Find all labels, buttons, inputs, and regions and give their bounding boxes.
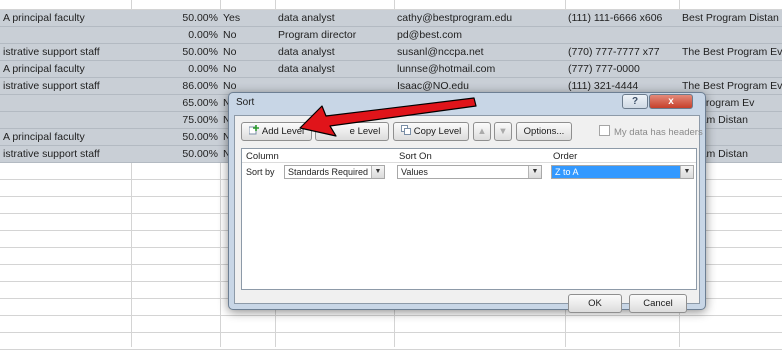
table-row[interactable]: 0.00% No Program director pd@best.com bbox=[0, 27, 782, 44]
dialog-titlebar[interactable]: Sort ? x bbox=[229, 93, 705, 113]
table-cell-title[interactable]: data analyst bbox=[275, 61, 394, 77]
column-select-value: Standards Required bbox=[288, 167, 369, 177]
help-button[interactable]: ? bbox=[622, 94, 648, 109]
table-row[interactable]: A principal faculty 50.00% Yes data analyst… bbox=[0, 10, 782, 27]
column-header: Column bbox=[246, 151, 279, 162]
table-cell-pct[interactable]: 50.00% bbox=[131, 129, 220, 145]
table-cell-phone[interactable]: (770) 777-7777 x77 bbox=[565, 44, 679, 60]
table-cell-role[interactable]: istrative support staff bbox=[0, 78, 131, 94]
options-button[interactable]: Options... bbox=[516, 122, 572, 141]
header-separator bbox=[242, 162, 696, 163]
table-cell-role[interactable]: A principal faculty bbox=[0, 10, 131, 26]
table-cell-pct[interactable]: 0.00% bbox=[131, 61, 220, 77]
table-cell-pct[interactable]: 0.00% bbox=[131, 27, 220, 43]
move-up-button[interactable]: ▲ bbox=[473, 122, 491, 141]
table-row[interactable]: istrative support staff 50.00% No data anal… bbox=[0, 44, 782, 61]
table-cell-role[interactable] bbox=[0, 27, 131, 43]
table-cell-pct[interactable]: 50.00% bbox=[131, 44, 220, 60]
sort-by-label: Sort by bbox=[246, 167, 275, 177]
chevron-down-icon: ▼ bbox=[680, 166, 693, 178]
table-cell-title[interactable]: data analyst bbox=[275, 10, 394, 26]
sort-on-header: Sort On bbox=[399, 151, 432, 162]
headers-checkbox[interactable]: My data has headers bbox=[599, 125, 703, 138]
close-button[interactable]: x bbox=[649, 94, 693, 109]
table-cell-pct[interactable]: 50.00% bbox=[131, 146, 220, 162]
copy-level-button[interactable]: Copy Level bbox=[393, 122, 469, 141]
sort-on-select-value: Values bbox=[401, 167, 428, 177]
sort-on-select[interactable]: Values ▼ bbox=[397, 165, 542, 179]
add-level-button[interactable]: Add Level bbox=[241, 122, 312, 141]
table-row[interactable] bbox=[0, 316, 782, 333]
table-cell-role[interactable] bbox=[0, 112, 131, 128]
table-cell-phone[interactable]: (777) 777-0000 bbox=[565, 61, 679, 77]
ok-button[interactable]: OK bbox=[568, 294, 622, 313]
table-cell-role[interactable]: istrative support staff bbox=[0, 44, 131, 60]
table-cell-role[interactable]: A principal faculty bbox=[0, 129, 131, 145]
move-down-button[interactable]: ▼ bbox=[494, 122, 512, 141]
cancel-button[interactable]: Cancel bbox=[629, 294, 687, 313]
sort-levels-list: Column Sort On Order Sort by Standards R… bbox=[241, 148, 697, 290]
table-cell-pct[interactable]: 65.00% bbox=[131, 95, 220, 111]
dialog-title: Sort bbox=[236, 97, 255, 108]
table-cell-pct[interactable]: 50.00% bbox=[131, 10, 220, 26]
add-level-icon bbox=[248, 125, 259, 135]
table-cell-flag[interactable]: No bbox=[220, 61, 275, 77]
table-cell-program[interactable] bbox=[679, 27, 782, 43]
table-cell-role[interactable]: A principal faculty bbox=[0, 61, 131, 77]
checkbox-box[interactable] bbox=[599, 125, 610, 136]
table-cell-role[interactable]: istrative support staff bbox=[0, 146, 131, 162]
delete-level-label: e Level bbox=[349, 126, 381, 137]
table-cell-program[interactable] bbox=[679, 61, 782, 77]
dialog-body: Add Level e Level Copy Level ▲ ▼ Options… bbox=[234, 115, 703, 313]
order-header: Order bbox=[553, 151, 578, 162]
table-cell-email[interactable]: lunnse@hotmail.com bbox=[394, 61, 565, 77]
table-cell-email[interactable]: pd@best.com bbox=[394, 27, 565, 43]
table-row[interactable]: A principal faculty 0.00% No data analyst lu… bbox=[0, 61, 782, 78]
table-cell-program[interactable]: Best Program Distan bbox=[679, 10, 782, 26]
table-cell-email[interactable]: cathy@bestprogram.edu bbox=[394, 10, 565, 26]
order-select-value: Z to A bbox=[555, 167, 579, 177]
chevron-down-icon: ▼ bbox=[371, 166, 384, 178]
chevron-down-icon: ▼ bbox=[528, 166, 541, 178]
headers-checkbox-label: My data has headers bbox=[614, 127, 703, 138]
copy-level-label: Copy Level bbox=[413, 126, 462, 137]
table-cell-role[interactable] bbox=[0, 95, 131, 111]
table-cell-phone[interactable]: (111) 111-6666 x606 bbox=[565, 10, 679, 26]
add-level-label: Add Level bbox=[261, 126, 305, 137]
table-cell-flag[interactable]: No bbox=[220, 44, 275, 60]
table-cell-email[interactable]: susanl@nccpa.net bbox=[394, 44, 565, 60]
copy-icon bbox=[400, 125, 411, 135]
table-cell-pct[interactable]: 75.00% bbox=[131, 112, 220, 128]
table-cell-flag[interactable]: Yes bbox=[220, 10, 275, 26]
table-cell-flag[interactable]: No bbox=[220, 27, 275, 43]
table-cell-title[interactable]: data analyst bbox=[275, 44, 394, 60]
table-cell-phone[interactable] bbox=[565, 27, 679, 43]
table-cell-program[interactable]: The Best Program Ev bbox=[679, 44, 782, 60]
table-row[interactable] bbox=[0, 0, 782, 10]
column-select[interactable]: Standards Required ▼ bbox=[284, 165, 385, 179]
delete-level-button[interactable]: e Level bbox=[315, 122, 389, 141]
table-row[interactable] bbox=[0, 333, 782, 350]
sort-level-row[interactable]: Sort by Standards Required ▼ Values ▼ Z … bbox=[242, 164, 696, 181]
order-select[interactable]: Z to A ▼ bbox=[551, 165, 694, 179]
table-cell-title[interactable]: Program director bbox=[275, 27, 394, 43]
table-cell-pct[interactable]: 86.00% bbox=[131, 78, 220, 94]
sort-dialog: Sort ? x Add Level e Level Copy Level ▲ … bbox=[228, 92, 706, 313]
